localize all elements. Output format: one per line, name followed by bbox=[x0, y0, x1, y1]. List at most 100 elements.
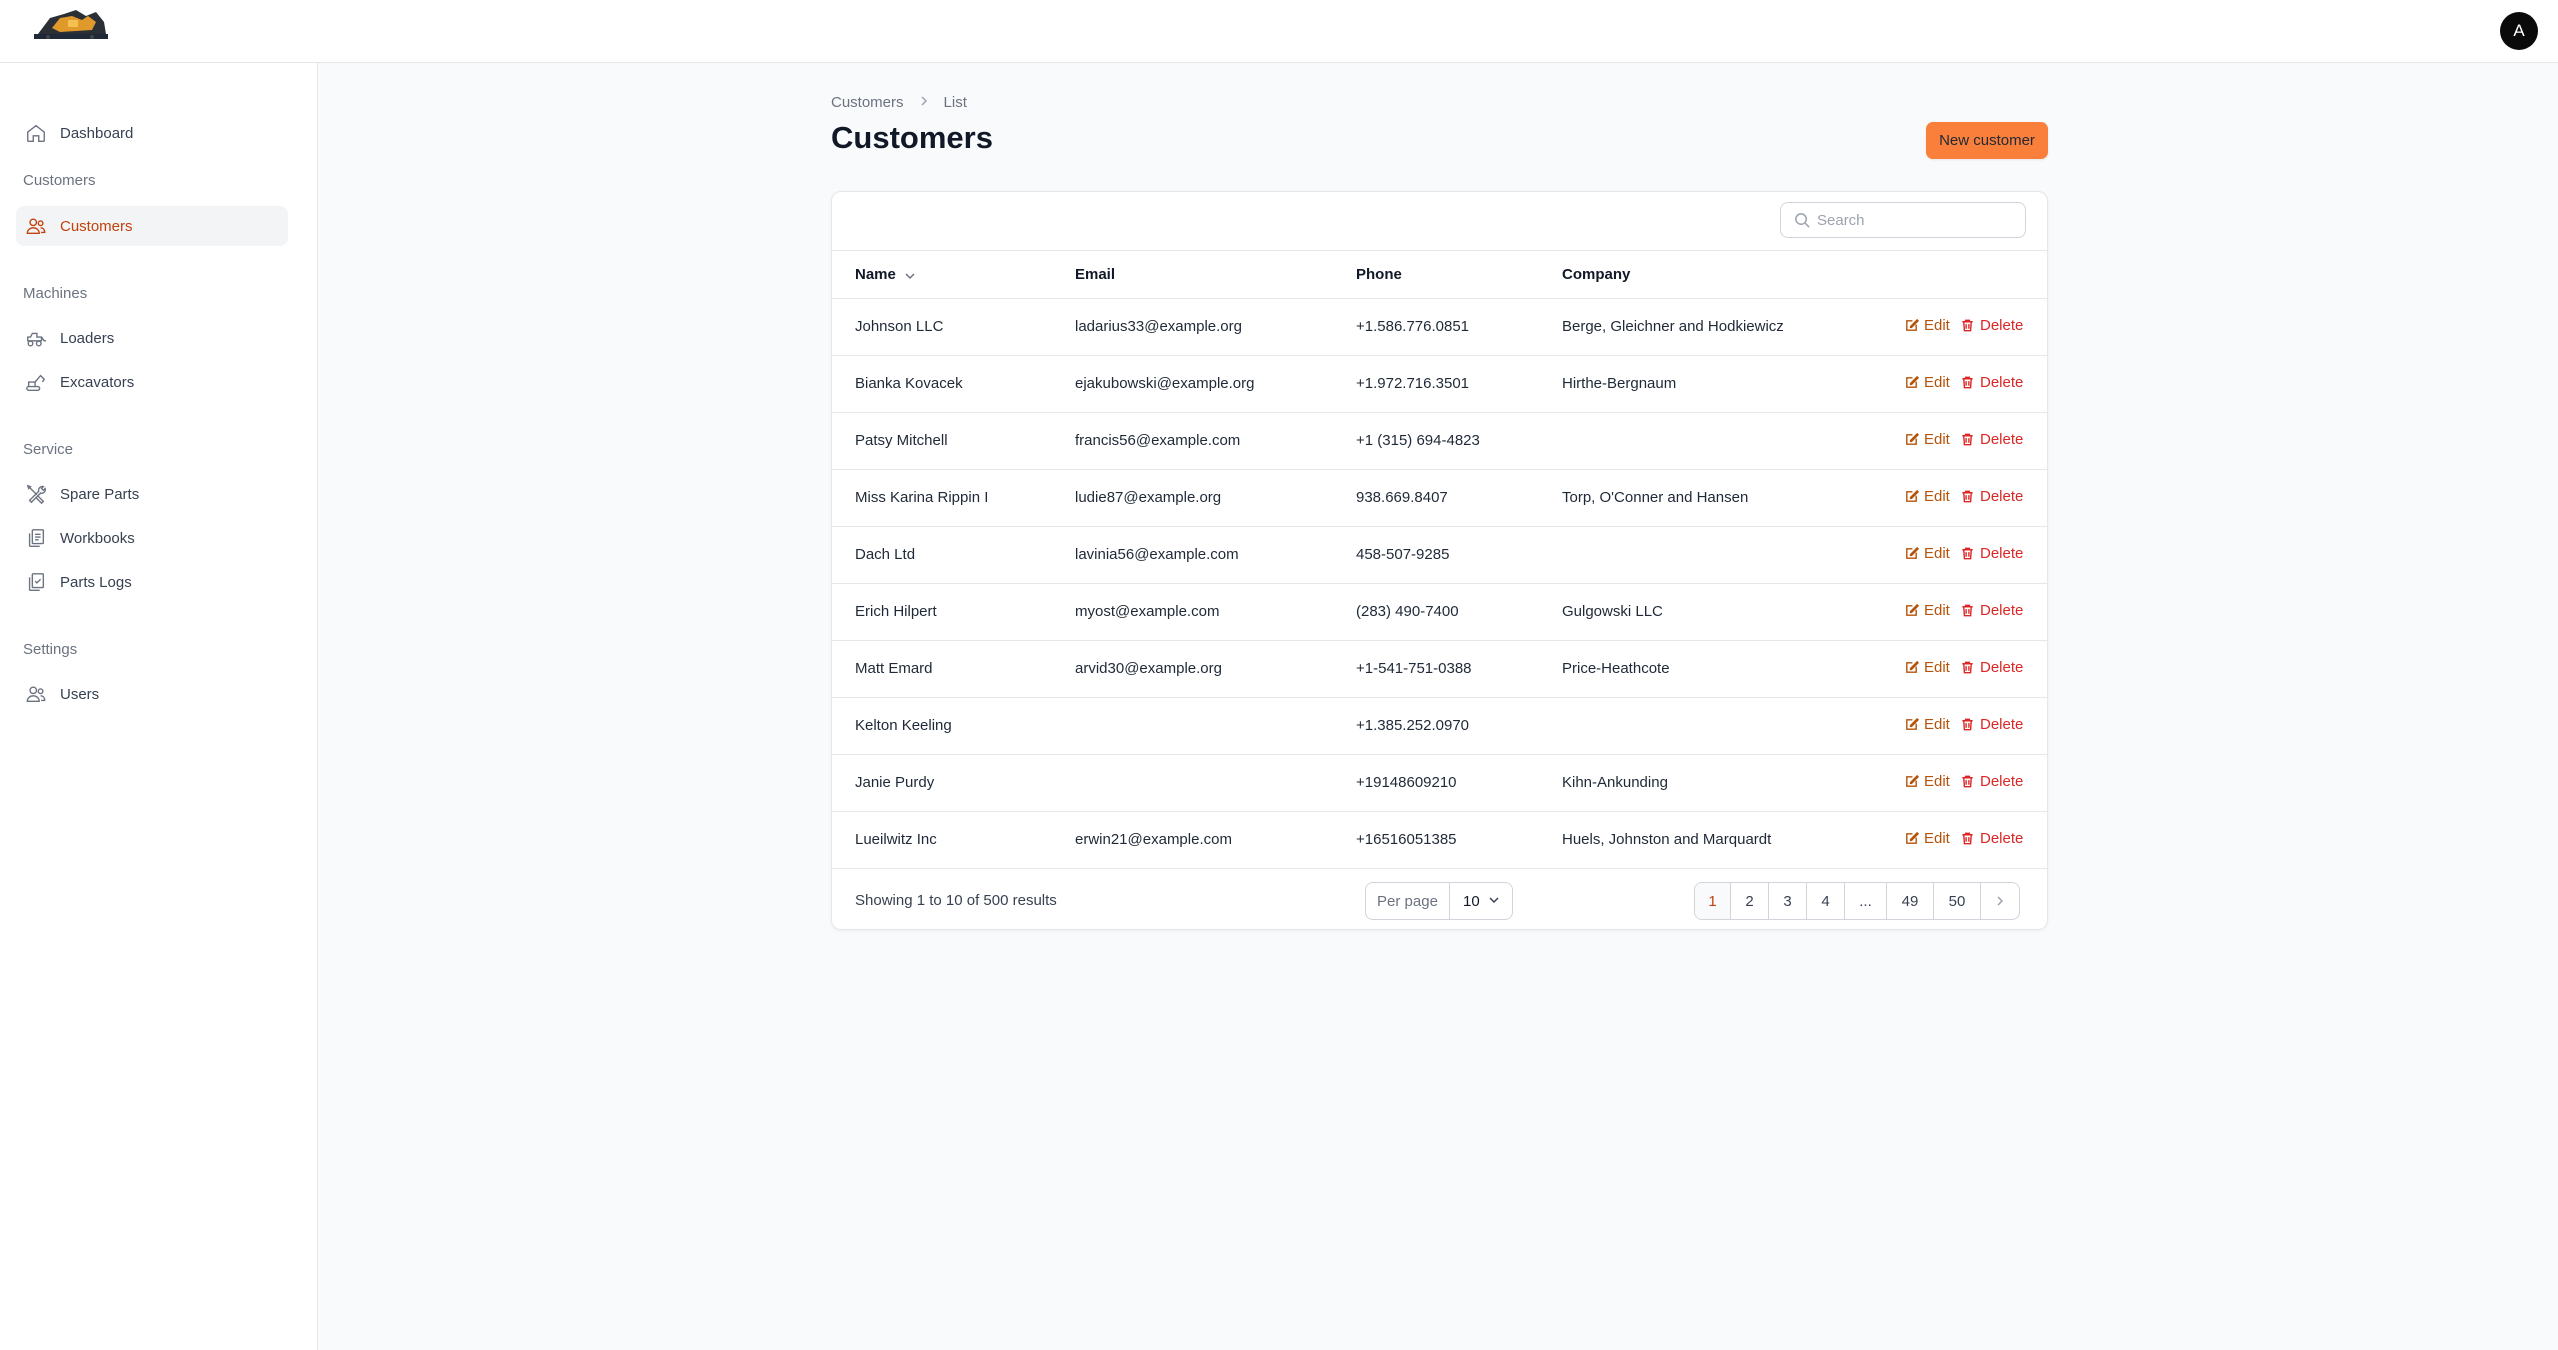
pagination: 1 2 3 4... 49 50 bbox=[1694, 882, 2020, 920]
breadcrumb-customers-link[interactable]: Customers bbox=[831, 94, 904, 111]
user-avatar[interactable]: A bbox=[2500, 12, 2538, 50]
delete-button[interactable]: Delete bbox=[1960, 431, 2023, 448]
cell-phone: (283) 490-7400 bbox=[1356, 603, 1459, 620]
edit-icon bbox=[1904, 375, 1924, 390]
trash-icon bbox=[1960, 660, 1980, 675]
search-field[interactable] bbox=[1780, 202, 2026, 238]
delete-button[interactable]: Delete bbox=[1960, 602, 2023, 619]
delete-button[interactable]: Delete bbox=[1960, 659, 2023, 676]
sidebar-item-parts-logs[interactable]: Parts Logs bbox=[16, 562, 288, 602]
page-button[interactable]: 2 bbox=[1731, 883, 1769, 919]
page-button[interactable]: 4 bbox=[1807, 883, 1845, 919]
table-header: Name Email Phone Company bbox=[832, 250, 2047, 299]
delete-button[interactable]: Delete bbox=[1960, 773, 2023, 790]
table-row[interactable]: Patsy Mitchell francis56@example.com +1 (3… bbox=[832, 413, 2047, 470]
table-row[interactable]: Dach Ltd lavinia56@example.com 458-507-928… bbox=[832, 527, 2047, 584]
sidebar-item-workbooks[interactable]: Workbooks bbox=[16, 518, 288, 558]
chevron-right-icon bbox=[918, 95, 930, 110]
edit-button[interactable]: Edit bbox=[1904, 830, 1950, 847]
per-page-select[interactable]: Per page 10 bbox=[1365, 882, 1513, 920]
edit-icon bbox=[1904, 660, 1924, 675]
sidebar-item-users[interactable]: Users bbox=[16, 674, 288, 714]
results-summary: Showing 1 to 10 of 500 results bbox=[855, 892, 1057, 909]
sidebar-item-dashboard[interactable]: Dashboard bbox=[16, 113, 288, 153]
page-button[interactable]: 1 bbox=[1695, 883, 1731, 919]
cell-email: ladarius33@example.org bbox=[1075, 318, 1242, 335]
loader-icon bbox=[24, 326, 48, 350]
search-input[interactable] bbox=[1817, 211, 2012, 229]
excavator-logo-icon[interactable] bbox=[30, 6, 112, 42]
sidebar-item-label: Parts Logs bbox=[60, 573, 132, 591]
cell-email: myost@example.com bbox=[1075, 603, 1220, 620]
delete-button[interactable]: Delete bbox=[1960, 488, 2023, 505]
table-row[interactable]: Miss Karina Rippin I ludie87@example.org 9… bbox=[832, 470, 2047, 527]
cell-email: lavinia56@example.com bbox=[1075, 546, 1239, 563]
sidebar-item-customers[interactable]: Customers bbox=[16, 206, 288, 246]
page-ellipsis: ... bbox=[1845, 883, 1887, 919]
edit-button[interactable]: Edit bbox=[1904, 488, 1950, 505]
sidebar-item-excavators[interactable]: Excavators bbox=[16, 362, 288, 402]
sidebar-item-label: Loaders bbox=[60, 329, 115, 347]
edit-button[interactable]: Edit bbox=[1904, 317, 1950, 334]
per-page-dropdown[interactable]: 10 bbox=[1450, 883, 1512, 919]
delete-button[interactable]: Delete bbox=[1960, 374, 2023, 391]
cell-phone: +1.586.776.0851 bbox=[1356, 318, 1470, 335]
edit-button[interactable]: Edit bbox=[1904, 545, 1950, 562]
cell-email: ludie87@example.org bbox=[1075, 489, 1222, 506]
edit-button[interactable]: Edit bbox=[1904, 773, 1950, 790]
cell-email: arvid30@example.org bbox=[1075, 660, 1222, 677]
documents-icon bbox=[24, 526, 48, 550]
edit-button[interactable]: Edit bbox=[1904, 602, 1950, 619]
cell-phone: +1-541-751-0388 bbox=[1356, 660, 1472, 677]
users-icon bbox=[24, 682, 48, 706]
sidebar: Dashboard Customers Customers Machines L… bbox=[0, 63, 318, 1350]
cell-name: Miss Karina Rippin I bbox=[855, 489, 989, 506]
delete-label: Delete bbox=[1980, 716, 2024, 733]
edit-label: Edit bbox=[1924, 545, 1950, 562]
cell-phone: 938.669.8407 bbox=[1356, 489, 1448, 506]
nav-group-machines: Machines bbox=[23, 285, 88, 302]
table-row[interactable]: Lueilwitz Inc erwin21@example.com +1651605… bbox=[832, 812, 2047, 869]
breadcrumb: Customers List bbox=[831, 94, 967, 111]
delete-button[interactable]: Delete bbox=[1960, 545, 2023, 562]
page-button[interactable]: 49 bbox=[1887, 883, 1934, 919]
edit-button[interactable]: Edit bbox=[1904, 431, 1950, 448]
column-header-name[interactable]: Name bbox=[855, 266, 916, 283]
sidebar-item-loaders[interactable]: Loaders bbox=[16, 318, 288, 358]
delete-button[interactable]: Delete bbox=[1960, 716, 2023, 733]
nav-group-settings: Settings bbox=[23, 641, 78, 658]
edit-label: Edit bbox=[1924, 830, 1950, 847]
table-row[interactable]: Kelton Keeling +1.385.252.0970 Edit Delete bbox=[832, 698, 2047, 755]
per-page-label: Per page bbox=[1366, 883, 1450, 919]
next-page-button[interactable] bbox=[1981, 883, 2019, 919]
table-row[interactable]: Janie Purdy +19148609210 Kihn-Ankunding Edi… bbox=[832, 755, 2047, 812]
edit-icon bbox=[1904, 489, 1924, 504]
cell-company: Kihn-Ankunding bbox=[1562, 774, 1668, 791]
table-row[interactable]: Bianka Kovacek ejakubowski@example.org +1.… bbox=[832, 356, 2047, 413]
cell-phone: +19148609210 bbox=[1356, 774, 1457, 791]
delete-button[interactable]: Delete bbox=[1960, 317, 2023, 334]
cell-name: Johnson LLC bbox=[855, 318, 944, 335]
sidebar-item-spare-parts[interactable]: Spare Parts bbox=[16, 474, 288, 514]
cell-email: erwin21@example.com bbox=[1075, 831, 1232, 848]
chevron-down-icon bbox=[1488, 893, 1500, 910]
page-button[interactable]: 50 bbox=[1934, 883, 1981, 919]
delete-label: Delete bbox=[1980, 602, 2024, 619]
table-row[interactable]: Matt Emard arvid30@example.org +1-541-751-… bbox=[832, 641, 2047, 698]
new-customer-button[interactable]: New customer bbox=[1926, 122, 2048, 159]
customers-table-card: Name Email Phone Company Johnson LLC lada… bbox=[831, 191, 2048, 930]
edit-button[interactable]: Edit bbox=[1904, 716, 1950, 733]
edit-button[interactable]: Edit bbox=[1904, 659, 1950, 676]
edit-icon bbox=[1904, 774, 1924, 789]
table-row[interactable]: Erich Hilpert myost@example.com (283) 490-… bbox=[832, 584, 2047, 641]
page-button[interactable]: 3 bbox=[1769, 883, 1807, 919]
edit-button[interactable]: Edit bbox=[1904, 374, 1950, 391]
table-row[interactable]: Johnson LLC ladarius33@example.org +1.586.… bbox=[832, 299, 2047, 356]
edit-label: Edit bbox=[1924, 488, 1950, 505]
edit-label: Edit bbox=[1924, 431, 1950, 448]
cell-phone: +1.385.252.0970 bbox=[1356, 717, 1470, 734]
cell-name: Janie Purdy bbox=[855, 774, 935, 791]
edit-label: Edit bbox=[1924, 602, 1950, 619]
delete-label: Delete bbox=[1980, 659, 2024, 676]
delete-button[interactable]: Delete bbox=[1960, 830, 2023, 847]
